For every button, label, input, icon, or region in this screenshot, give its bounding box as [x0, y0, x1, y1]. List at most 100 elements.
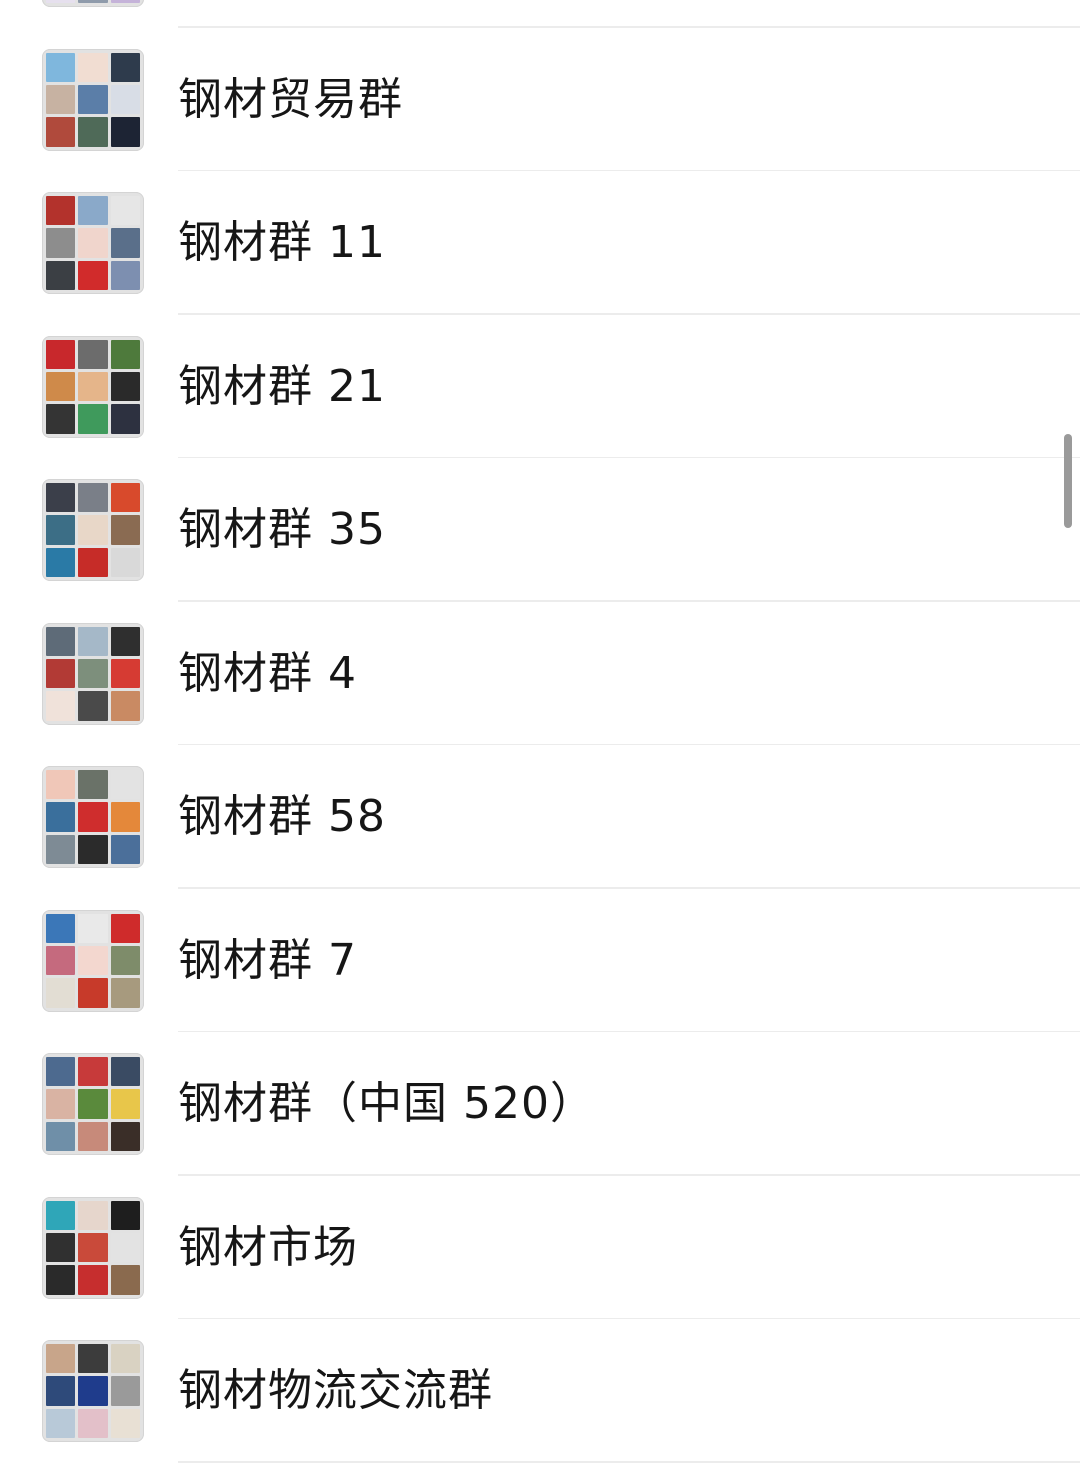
avatar-tile — [110, 834, 140, 864]
avatar-tile — [78, 371, 108, 402]
group-name: 钢材群 58 — [178, 791, 386, 842]
avatar-tile — [46, 483, 76, 513]
avatar-tile — [46, 404, 76, 434]
avatar-tile — [110, 913, 140, 943]
avatar-tile — [46, 945, 76, 976]
group-name: 钢材群 35 — [178, 504, 386, 555]
avatar-tile — [78, 1408, 108, 1438]
avatar-tile — [78, 978, 108, 1008]
avatar-tile — [78, 691, 108, 721]
avatar-tile — [110, 196, 140, 226]
group-name: 钢材贸易群 — [178, 73, 403, 125]
avatar-tile — [46, 1376, 76, 1406]
avatar-tile — [110, 260, 140, 290]
avatar-tile — [46, 0, 76, 3]
avatar-tile — [110, 626, 140, 656]
scrollbar[interactable] — [1064, 434, 1072, 528]
avatar-tile — [78, 84, 108, 115]
group-row[interactable]: 钢材群 35 — [0, 458, 1080, 602]
avatar-tile — [78, 770, 108, 800]
avatar-tile — [110, 84, 140, 115]
avatar-tile — [110, 1057, 140, 1087]
avatar-tile — [78, 0, 108, 3]
avatar-tile — [78, 483, 108, 513]
avatar-tile — [46, 658, 76, 689]
group-row[interactable]: 钢材群 11 — [0, 171, 1080, 315]
group-avatar — [42, 622, 144, 725]
avatar-tile — [110, 691, 140, 721]
group-name: 钢材群 4 — [178, 647, 357, 699]
avatar-tile — [46, 515, 76, 545]
avatar-tile — [78, 1121, 108, 1151]
avatar-tile — [110, 228, 140, 258]
group-row[interactable]: 钢材市场 — [0, 1176, 1080, 1319]
avatar-tile — [110, 1232, 140, 1263]
avatar-tile — [46, 196, 76, 226]
avatar-tile — [78, 404, 108, 434]
avatar-tile — [46, 84, 76, 115]
avatar-tile — [46, 260, 76, 290]
avatar-tile — [46, 52, 76, 82]
avatar-tile — [110, 404, 140, 434]
avatar-tile — [46, 1200, 76, 1230]
avatar-tile — [78, 1344, 108, 1374]
avatar-tile — [110, 483, 140, 513]
avatar-tile — [110, 52, 140, 82]
avatar-tile — [46, 547, 76, 577]
avatar-tile — [78, 834, 108, 864]
avatar-tile — [78, 1200, 108, 1230]
group-avatar — [42, 1053, 144, 1155]
avatar-tile — [78, 52, 108, 82]
group-list: 钢材贸易群钢材群 11 钢材群 21 钢材群 35 钢材群 4 钢材群 58 钢材群 7 钢… — [0, 0, 1080, 1463]
avatar-tile — [46, 1121, 76, 1151]
group-row[interactable]: 钢材群 21 — [0, 315, 1080, 458]
avatar-tile — [110, 547, 140, 577]
group-row[interactable]: 钢材群 58 — [0, 745, 1080, 889]
group-avatar — [42, 766, 144, 868]
avatar-tile — [110, 1265, 140, 1295]
avatar-tile — [110, 770, 140, 800]
group-name: 钢材群 21 — [178, 360, 386, 412]
group-name: 钢材群 7 — [178, 934, 357, 986]
group-avatar — [42, 1340, 144, 1442]
avatar-tile — [78, 547, 108, 577]
group-avatar — [42, 48, 144, 151]
avatar-tile — [110, 658, 140, 689]
avatar-tile — [78, 1232, 108, 1263]
avatar-tile — [110, 371, 140, 402]
avatar-tile — [46, 691, 76, 721]
group-avatar — [42, 0, 144, 7]
avatar-tile — [46, 339, 76, 369]
avatar-tile — [78, 196, 108, 226]
avatar-tile — [78, 228, 108, 258]
avatar-tile — [110, 339, 140, 369]
group-row[interactable] — [0, 0, 1080, 28]
group-name: 钢材群 11 — [178, 217, 386, 268]
avatar-tile — [78, 515, 108, 545]
group-name: 钢材物流交流群 — [178, 1365, 493, 1416]
avatar-tile — [46, 978, 76, 1008]
avatar-tile — [110, 802, 140, 832]
avatar-tile — [110, 1376, 140, 1406]
avatar-tile — [46, 770, 76, 800]
group-name: 钢材市场 — [178, 1221, 358, 1273]
group-name: 钢材群（中国 520） — [178, 1078, 595, 1129]
group-row[interactable]: 钢材物流交流群 — [0, 1319, 1080, 1463]
group-avatar — [42, 1196, 144, 1299]
avatar-tile — [110, 515, 140, 545]
group-row[interactable]: 钢材群 7 — [0, 889, 1080, 1032]
avatar-tile — [78, 945, 108, 976]
group-row[interactable]: 钢材贸易群 — [0, 28, 1080, 171]
avatar-tile — [110, 945, 140, 976]
group-row[interactable]: 钢材群 4 — [0, 602, 1080, 745]
row-divider — [178, 1461, 1080, 1463]
group-avatar — [42, 335, 144, 438]
avatar-tile — [46, 913, 76, 943]
group-avatar — [42, 479, 144, 581]
avatar-tile — [46, 626, 76, 656]
avatar-tile — [78, 1265, 108, 1295]
avatar-tile — [78, 802, 108, 832]
avatar-tile — [110, 0, 140, 3]
avatar-tile — [46, 1232, 76, 1263]
group-row[interactable]: 钢材群（中国 520） — [0, 1032, 1080, 1176]
